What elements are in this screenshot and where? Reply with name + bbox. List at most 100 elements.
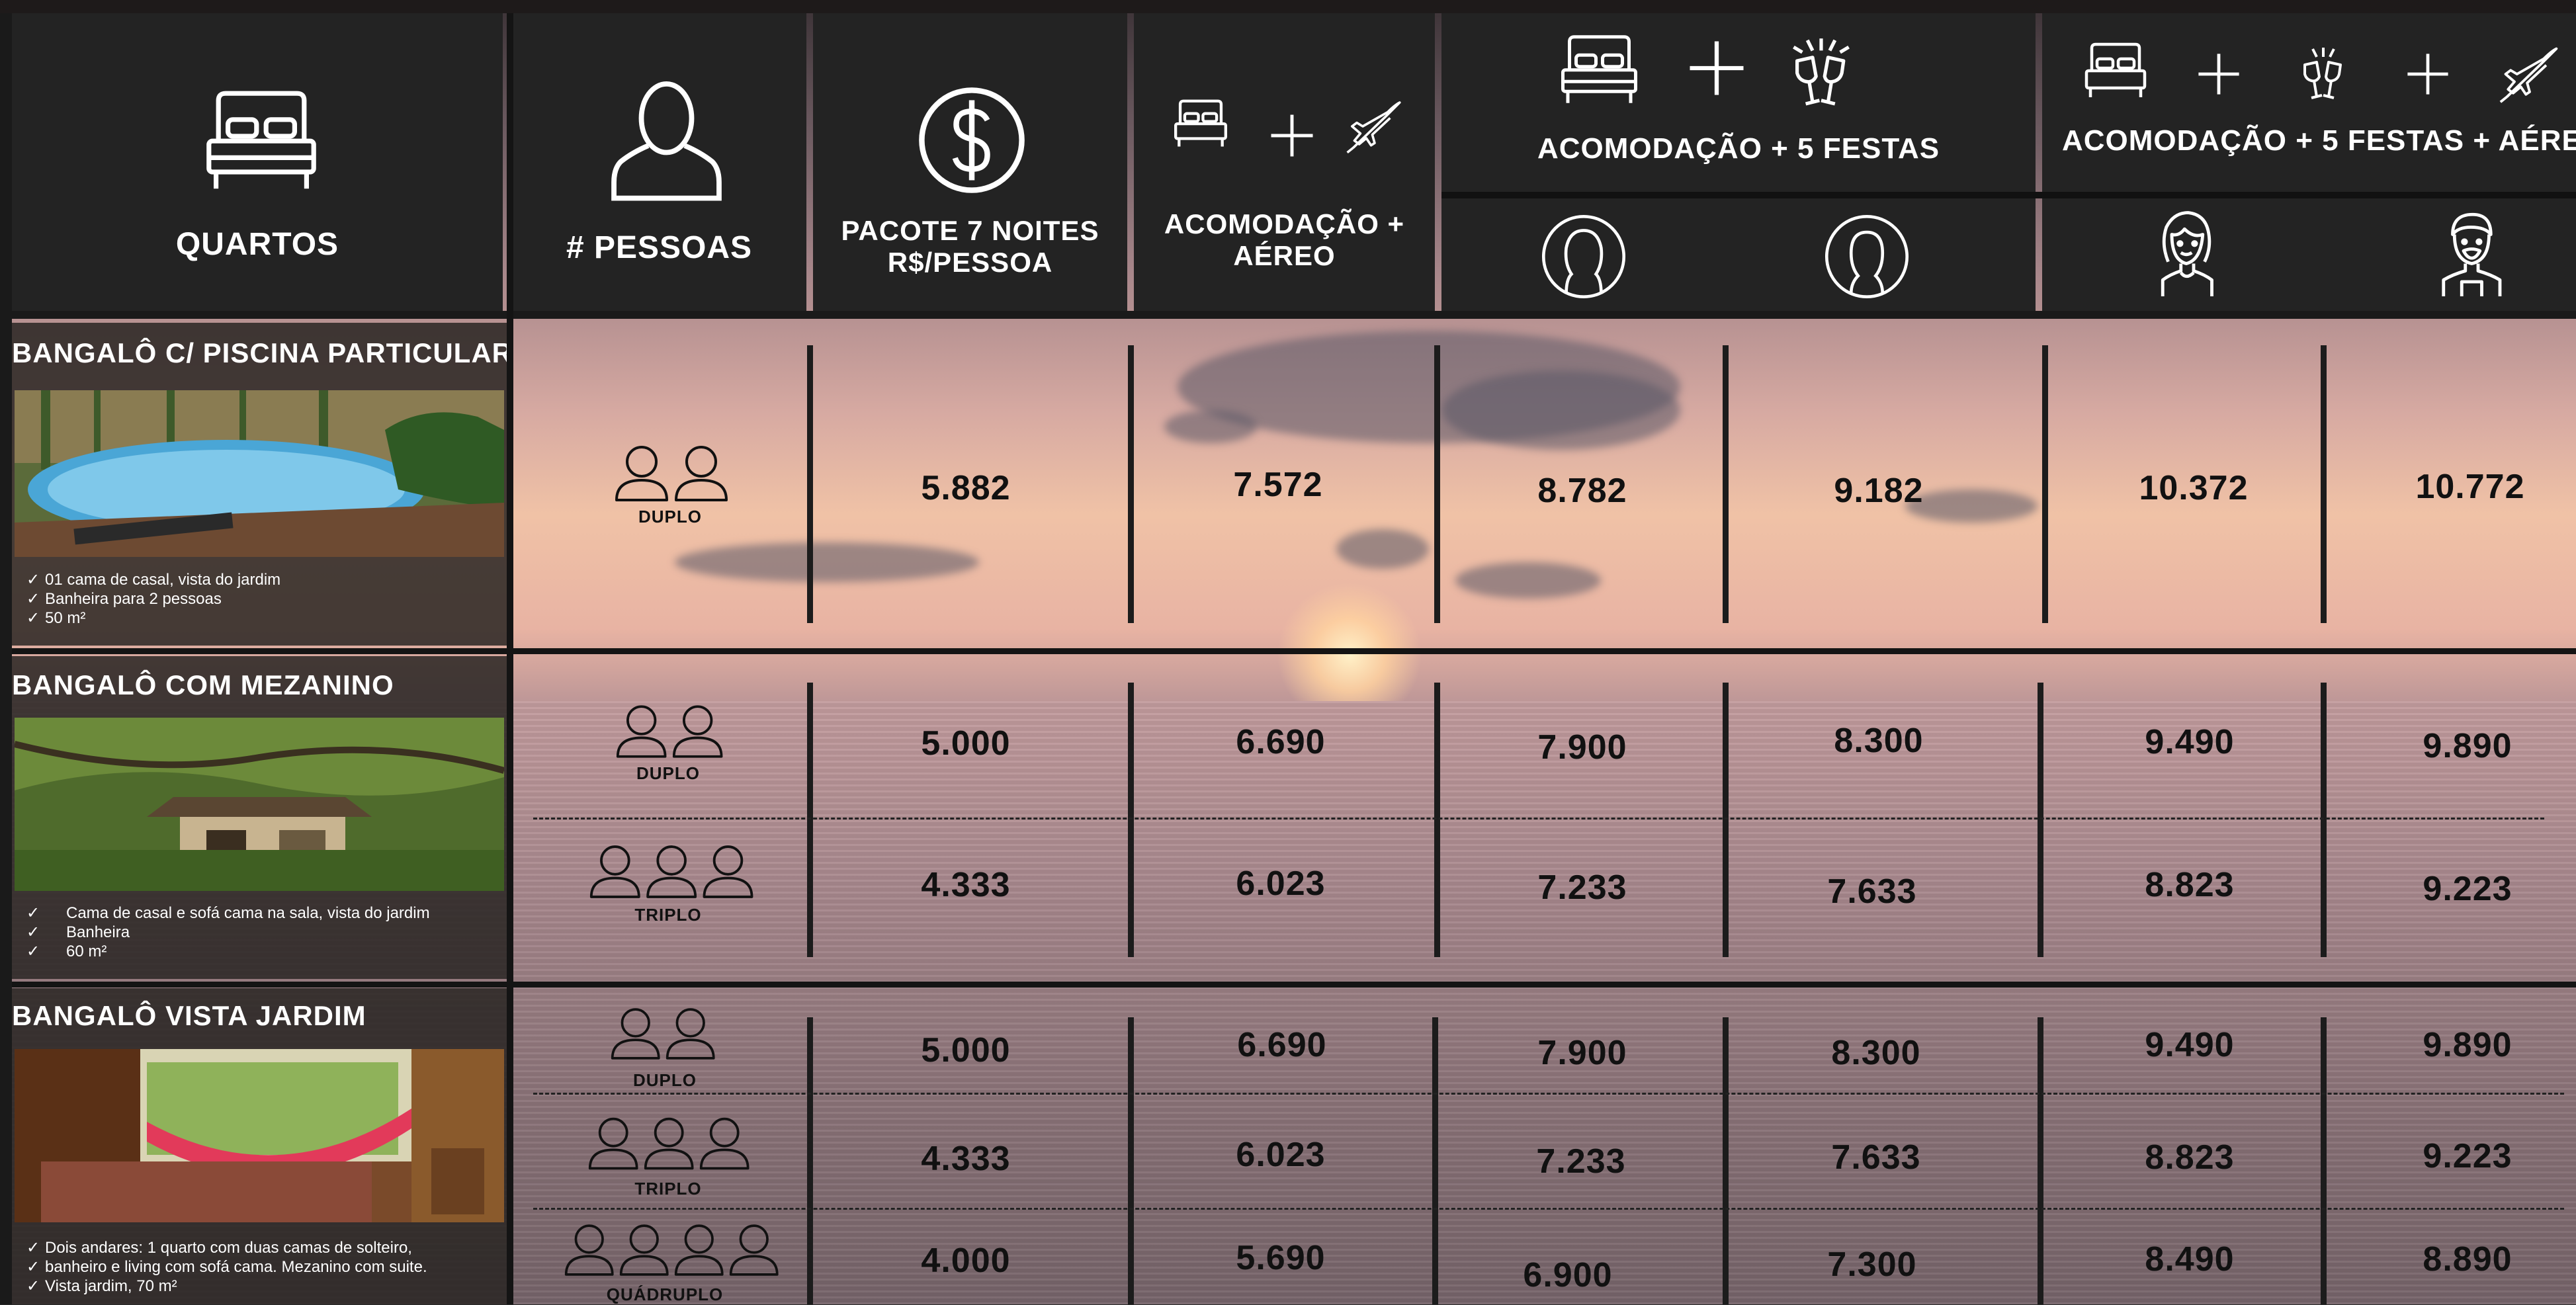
people-icons-triplo bbox=[589, 843, 758, 901]
room-features: 01 cama de casal, vista do jardim Banhei… bbox=[15, 570, 504, 628]
price-package: 5.882 bbox=[921, 469, 1011, 507]
price-parties-air-female: 8.823 bbox=[2145, 1138, 2235, 1177]
accom-air-header-line2: AÉREO bbox=[1233, 240, 1336, 271]
occupancy-label: DUPLO bbox=[633, 1070, 697, 1090]
row-divider bbox=[0, 982, 2576, 988]
frame-left bbox=[0, 0, 12, 1304]
price-parties-air-female: 9.490 bbox=[2145, 723, 2235, 761]
column-divider bbox=[2321, 1017, 2327, 1304]
price-accom-air: 6.690 bbox=[1236, 723, 1326, 761]
price-parties-air-female: 9.490 bbox=[2145, 1026, 2235, 1064]
price-parties-air-male: 9.890 bbox=[2423, 727, 2512, 765]
occupancy-label: DUPLO bbox=[638, 507, 702, 526]
price-parties-male: 7.633 bbox=[1827, 872, 1917, 911]
price-parties-air-female: 8.823 bbox=[2145, 866, 2235, 904]
room-feature: Dois andares: 1 quarto com duas camas de… bbox=[15, 1238, 504, 1257]
header-accom-parties-gender-cell bbox=[1441, 198, 2036, 311]
price-parties-air-male: 10.772 bbox=[2415, 468, 2525, 506]
price-parties-male: 9.182 bbox=[1834, 472, 1924, 510]
plus-icon bbox=[2405, 52, 2450, 97]
plus-icon bbox=[2196, 52, 2241, 97]
male-avatar-icon bbox=[1823, 213, 1911, 300]
room-title: BANGALÔ C/ PISCINA PARTICULAR bbox=[12, 337, 513, 368]
row-separator bbox=[533, 1093, 2564, 1095]
column-divider bbox=[1432, 1017, 1438, 1304]
header-subdivider bbox=[1441, 192, 2576, 198]
price-parties-male: 8.300 bbox=[1831, 1034, 1921, 1072]
price-parties-air-male: 9.223 bbox=[2423, 1137, 2512, 1175]
row-separator bbox=[533, 818, 2544, 820]
plus-icon bbox=[1269, 112, 1315, 159]
cloud bbox=[675, 542, 979, 582]
occupancy-label: TRIPLO bbox=[634, 905, 702, 925]
price-package: 5.000 bbox=[921, 1031, 1011, 1070]
price-package: 4.333 bbox=[921, 1140, 1011, 1178]
cloud bbox=[1164, 410, 1257, 443]
room-photo-garden-view bbox=[15, 1049, 504, 1222]
column-divider bbox=[1434, 683, 1440, 957]
room-feature: 60 m² bbox=[15, 942, 504, 961]
price-parties-male: 7.300 bbox=[1827, 1245, 1917, 1284]
price-accom-air: 6.023 bbox=[1236, 864, 1326, 903]
room-feature: Cama de casal e sofá cama na sala, vista… bbox=[15, 904, 504, 923]
column-divider bbox=[1128, 683, 1134, 957]
frame-top bbox=[0, 0, 2576, 13]
people-icons-quadruplo bbox=[564, 1221, 783, 1279]
toast-icon bbox=[1778, 26, 1864, 112]
bed-icon bbox=[1172, 98, 1229, 151]
column-divider bbox=[1723, 345, 1729, 623]
column-divider bbox=[507, 0, 513, 1304]
cloud bbox=[1442, 370, 1680, 450]
plus-icon bbox=[1687, 38, 1746, 98]
column-divider bbox=[807, 345, 813, 623]
package-header-line2: R$/PESSOA bbox=[887, 247, 1053, 278]
price-parties-air-female: 10.372 bbox=[2139, 469, 2249, 507]
accom-air-header-line1: ACOMODAÇÃO + bbox=[1164, 208, 1405, 239]
people-header-label: # PESSOAS bbox=[566, 230, 753, 266]
female-avatar-icon bbox=[2150, 206, 2223, 299]
room-feature: Banheira bbox=[15, 923, 504, 942]
price-package: 4.333 bbox=[921, 866, 1011, 904]
price-parties-air-male: 9.890 bbox=[2423, 1026, 2512, 1064]
bed-icon bbox=[1558, 32, 1641, 110]
people-icons-duplo bbox=[615, 702, 728, 761]
column-divider bbox=[1128, 345, 1134, 623]
price-parties-female: 7.900 bbox=[1537, 1034, 1627, 1072]
price-accom-air: 7.572 bbox=[1233, 466, 1323, 504]
column-divider bbox=[1723, 1017, 1729, 1304]
room-title: BANGALÔ VISTA JARDIM bbox=[12, 1000, 366, 1031]
room-title: BANGALÔ COM MEZANINO bbox=[12, 669, 394, 700]
room-feature: 50 m² bbox=[15, 609, 504, 628]
price-accom-air: 6.023 bbox=[1236, 1136, 1326, 1174]
column-divider bbox=[2038, 683, 2043, 957]
female-avatar-icon bbox=[1540, 213, 1627, 300]
occupancy-label: QUÁDRUPLO bbox=[606, 1284, 724, 1304]
room-feature: 01 cama de casal, vista do jardim bbox=[15, 570, 504, 589]
row-separator bbox=[533, 1208, 2564, 1210]
price-parties-female: 6.900 bbox=[1523, 1256, 1613, 1294]
column-divider bbox=[1128, 1017, 1134, 1304]
male-avatar-icon bbox=[2434, 206, 2507, 299]
accom-air-header-label: ACOMODAÇÃO + AÉREO bbox=[1134, 204, 1435, 276]
occupancy-label: TRIPLO bbox=[634, 1179, 702, 1199]
cloud bbox=[1455, 562, 1601, 599]
column-divider bbox=[2321, 345, 2327, 623]
header-divider bbox=[0, 311, 2576, 319]
column-divider bbox=[2038, 1017, 2043, 1304]
airplane-icon bbox=[1343, 97, 1406, 156]
price-package: 4.000 bbox=[921, 1242, 1011, 1280]
price-parties-female: 8.782 bbox=[1537, 472, 1627, 510]
airplane-icon bbox=[2495, 42, 2564, 106]
price-accom-air: 5.690 bbox=[1236, 1239, 1326, 1277]
accom-parties-header-label: ACOMODAÇÃO + 5 FESTAS bbox=[1537, 132, 1940, 165]
room-features: Cama de casal e sofá cama na sala, vista… bbox=[15, 904, 504, 961]
price-parties-female: 7.900 bbox=[1537, 728, 1627, 767]
price-parties-male: 8.300 bbox=[1834, 722, 1924, 760]
price-parties-air-male: 9.223 bbox=[2423, 870, 2512, 908]
accom-parties-air-header-label: ACOMODAÇÃO + 5 FESTAS + AÉREO bbox=[2062, 124, 2576, 157]
column-divider bbox=[1723, 683, 1729, 957]
column-divider bbox=[2042, 345, 2048, 623]
people-icons-triplo bbox=[587, 1115, 754, 1172]
occupancy-label: DUPLO bbox=[636, 763, 700, 783]
package-header-label: PACOTE 7 NOITES R$/PESSOA bbox=[813, 210, 1127, 283]
